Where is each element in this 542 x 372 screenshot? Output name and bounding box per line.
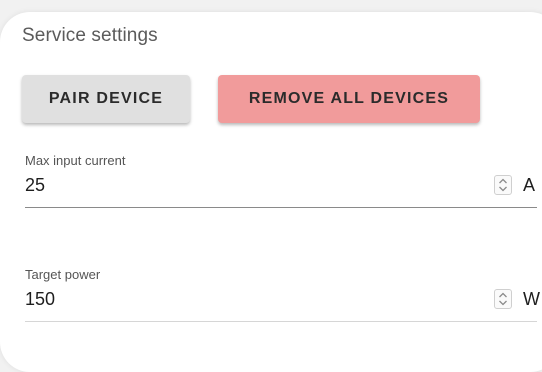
remove-all-devices-button[interactable]: REMOVE ALL DEVICES	[218, 75, 480, 123]
target-power-field: Target power W	[25, 267, 540, 322]
target-power-label: Target power	[25, 267, 101, 282]
max-input-current-row: A	[25, 171, 537, 208]
target-power-row: W	[25, 285, 540, 322]
target-power-stepper[interactable]	[494, 289, 512, 309]
target-power-unit: W	[523, 289, 540, 309]
target-power-input[interactable]	[25, 289, 465, 310]
up-down-chevron-icon	[499, 178, 507, 192]
max-input-current-stepper[interactable]	[494, 175, 512, 195]
pair-device-button[interactable]: PAIR DEVICE	[22, 75, 190, 123]
up-down-chevron-icon	[499, 292, 507, 306]
max-input-current-field: Max input current A	[25, 153, 537, 208]
max-input-current-input[interactable]	[25, 175, 465, 196]
max-input-current-unit: A	[523, 175, 536, 195]
panel-title: Service settings	[22, 25, 158, 46]
max-input-current-label: Max input current	[25, 153, 126, 168]
